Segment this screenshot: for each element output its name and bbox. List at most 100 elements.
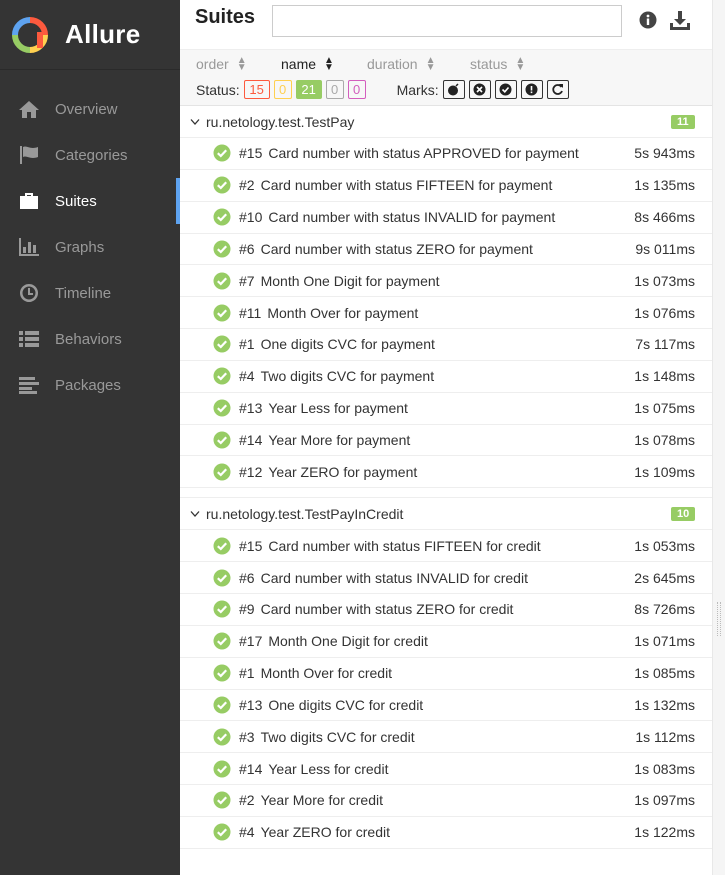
test-row[interactable]: #1 Month Over for credit 1s 085ms — [180, 658, 712, 690]
passed-check-icon — [213, 823, 231, 841]
main-pane: Suites order ▲ ▼ name ▲ ▼ duration ▲ ▼ s… — [180, 0, 712, 875]
test-number: #4 — [239, 824, 255, 841]
brand[interactable]: Allure — [0, 0, 180, 70]
times-circle-icon — [473, 83, 486, 96]
test-duration: 5s 943ms — [634, 145, 695, 162]
mark-new-broken-toggle[interactable] — [520, 80, 543, 99]
test-row[interactable]: #17 Month One Digit for credit 1s 071ms — [180, 626, 712, 658]
sidebar-item-label: Suites — [55, 192, 97, 210]
sidebar-item-timeline[interactable]: Timeline — [0, 270, 180, 316]
sort-arrows-icon: ▲ ▼ — [324, 55, 334, 73]
status-failed-toggle[interactable]: 15 — [243, 80, 270, 99]
test-row[interactable]: #7 Month One Digit for payment 1s 073ms — [180, 265, 712, 298]
test-number: #6 — [239, 240, 255, 257]
test-title: #15 Card number with status APPROVED for … — [239, 145, 579, 161]
list-icon — [19, 331, 39, 347]
scrollbar-grip[interactable] — [717, 602, 721, 636]
test-name: One digits CVC for credit — [268, 696, 424, 713]
sidebar-item-categories[interactable]: Categories — [0, 132, 180, 178]
test-title: #14 Year Less for credit — [239, 761, 388, 777]
test-row[interactable]: #4 Year ZERO for credit 1s 122ms — [180, 817, 712, 849]
chevron-down-icon — [190, 510, 200, 517]
test-name: Two digits CVC for payment — [260, 368, 435, 385]
test-name: Card number with status INVALID for cred… — [260, 569, 528, 586]
download-icon[interactable] — [669, 9, 691, 31]
passed-check-icon — [213, 632, 231, 650]
test-number: #2 — [239, 177, 255, 194]
test-duration: 1s 085ms — [634, 665, 695, 682]
marks-label: Marks: — [396, 81, 439, 98]
test-name: One digits CVC for payment — [260, 336, 435, 353]
test-duration: 1s 078ms — [634, 432, 695, 449]
test-number: #13 — [239, 400, 263, 417]
test-row[interactable]: #3 Two digits CVC for credit 1s 112ms — [180, 721, 712, 754]
test-title: #17 Month One Digit for credit — [239, 633, 428, 649]
passed-check-icon — [213, 208, 231, 226]
test-row[interactable]: #1 One digits CVC for payment 7s 117ms — [180, 329, 712, 361]
search-input[interactable] — [272, 5, 622, 37]
status-broken-toggle[interactable]: 0 — [273, 80, 292, 99]
sidebar-item-overview[interactable]: Overview — [0, 86, 180, 132]
test-name: Card number with status FIFTEEN for cred… — [268, 537, 541, 554]
sort-by-status[interactable]: status ▲ ▼ — [470, 55, 526, 73]
mark-retries-toggle[interactable] — [546, 80, 569, 99]
test-row[interactable]: #4 Two digits CVC for payment 1s 148ms — [180, 361, 712, 393]
test-row[interactable]: #9 Card number with status ZERO for credi… — [180, 594, 712, 626]
test-number: #11 — [239, 304, 262, 321]
sort-by-name[interactable]: name ▲ ▼ — [281, 55, 367, 73]
sidebar-item-packages[interactable]: Packages — [0, 362, 180, 408]
test-row[interactable]: #6 Card number with status INVALID for cr… — [180, 562, 712, 594]
sidebar-item-graphs[interactable]: Graphs — [0, 224, 180, 270]
test-row[interactable]: #2 Card number with status FIFTEEN for pa… — [180, 170, 712, 202]
info-icon[interactable] — [639, 11, 657, 29]
test-title: #12 Year ZERO for payment — [239, 464, 417, 480]
test-row[interactable]: #15 Card number with status FIFTEEN for c… — [180, 530, 712, 563]
flag-icon — [20, 146, 38, 164]
sort-by-duration[interactable]: duration ▲ ▼ — [367, 56, 470, 73]
test-number: #14 — [239, 760, 263, 777]
test-row[interactable]: #11 Month Over for payment 1s 076ms — [180, 297, 712, 330]
test-row[interactable]: #12 Year ZERO for payment 1s 109ms — [180, 456, 712, 489]
test-row[interactable]: #13 Year Less for payment 1s 075ms — [180, 393, 712, 425]
sort-arrows-icon: ▲ ▼ — [515, 55, 526, 73]
test-row[interactable]: #13 One digits CVC for credit 1s 132ms — [180, 690, 712, 722]
test-row[interactable]: #14 Year Less for credit 1s 083ms — [180, 753, 712, 786]
test-duration: 1s 083ms — [634, 760, 695, 777]
test-name: Month Over for payment — [267, 304, 419, 321]
test-name: Year Less for payment — [268, 400, 408, 417]
test-name: Month Over for credit — [260, 665, 393, 682]
test-name: Card number with status ZERO for credit — [260, 601, 514, 618]
sort-by-order[interactable]: order ▲ ▼ — [196, 56, 281, 73]
test-title: #1 One digits CVC for payment — [239, 336, 435, 352]
sidebar-item-suites[interactable]: Suites — [0, 178, 180, 224]
test-title: #1 Month Over for credit — [239, 665, 392, 681]
test-row[interactable]: #2 Year More for credit 1s 097ms — [180, 785, 712, 817]
status-passed-toggle[interactable]: 21 — [295, 80, 322, 99]
test-duration: 1s 073ms — [634, 272, 695, 289]
sidebar-item-behaviors[interactable]: Behaviors — [0, 316, 180, 362]
status-skipped-toggle[interactable]: 0 — [325, 80, 344, 99]
test-row[interactable]: #15 Card number with status APPROVED for … — [180, 138, 712, 170]
status-label: Status: — [196, 81, 240, 98]
suite-group-header[interactable]: ru.netology.test.TestPayInCredit 10 — [180, 498, 712, 531]
mark-flaky-toggle[interactable] — [442, 80, 465, 99]
suite-group-tests: #15 Card number with status APPROVED for … — [180, 138, 712, 489]
test-number: #6 — [239, 569, 255, 586]
mark-new-passed-toggle[interactable] — [494, 80, 517, 99]
suite-group-header[interactable]: ru.netology.test.TestPay 11 — [180, 106, 712, 138]
test-title: #6 Card number with status INVALID for cr… — [239, 570, 528, 586]
scrollbar[interactable] — [712, 0, 725, 875]
sidebar-item-label: Behaviors — [55, 330, 122, 348]
passed-check-icon — [213, 335, 231, 353]
status-unknown-toggle[interactable]: 0 — [347, 80, 366, 99]
test-row[interactable]: #10 Card number with status INVALID for p… — [180, 202, 712, 234]
test-duration: 1s 148ms — [634, 368, 695, 385]
mark-new-failed-toggle[interactable] — [468, 80, 491, 99]
test-row[interactable]: #14 Year More for payment 1s 078ms — [180, 425, 712, 457]
passed-check-icon — [213, 367, 231, 385]
status-filter: Status: 15 0 21 0 0 Marks: — [196, 80, 569, 99]
test-row[interactable]: #6 Card number with status ZERO for payme… — [180, 234, 712, 266]
passed-check-icon — [213, 463, 231, 481]
test-title: #15 Card number with status FIFTEEN for c… — [239, 538, 541, 554]
test-duration: 8s 466ms — [634, 209, 695, 226]
